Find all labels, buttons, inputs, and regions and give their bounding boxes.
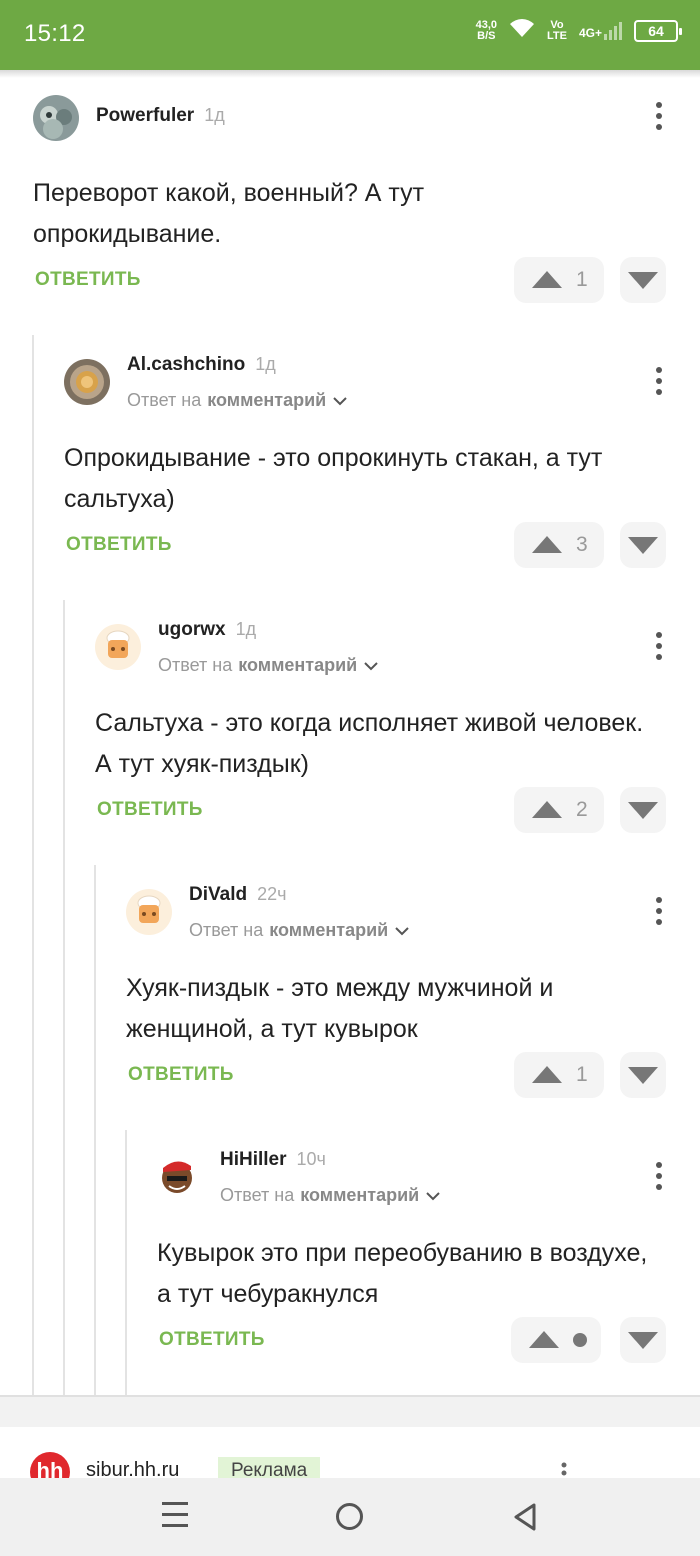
- volte-indicator: Vo LTE: [547, 18, 567, 42]
- section-divider: [0, 1395, 700, 1427]
- comment-time: 22ч: [257, 884, 287, 904]
- more-vertical-icon[interactable]: [654, 897, 664, 925]
- chevron-down-icon: [364, 661, 378, 670]
- comment-text: Переворот какой, военный? А тут опрокиды…: [33, 179, 425, 248]
- comment-text: Кувырок это при переобуванию в воздухе, …: [157, 1239, 648, 1308]
- downvote-icon: [628, 537, 658, 554]
- upvote-icon: [532, 271, 562, 288]
- vote-indicator-dot: [573, 1333, 587, 1347]
- comment-author[interactable]: DiVald 22ч: [189, 884, 286, 906]
- vote-count: 1: [576, 1063, 588, 1086]
- thread-line-level-4: [125, 1130, 127, 1395]
- status-bar-shadow: [0, 70, 700, 78]
- downvote-button[interactable]: [620, 1317, 666, 1363]
- upvote-icon: [532, 536, 562, 553]
- downvote-icon: [628, 1332, 658, 1349]
- system-nav-bar: [0, 1478, 700, 1556]
- upvote-button[interactable]: [511, 1317, 601, 1363]
- downvote-button[interactable]: [620, 1052, 666, 1098]
- nav-menu-icon[interactable]: [162, 1502, 188, 1527]
- vote-count: 1: [576, 268, 588, 291]
- more-vertical-icon[interactable]: [654, 102, 664, 130]
- nav-home-icon[interactable]: [336, 1503, 363, 1530]
- reply-button[interactable]: ОТВЕТИТЬ: [66, 534, 172, 556]
- reply-to-link[interactable]: Ответ на комментарий: [189, 920, 410, 941]
- avatar[interactable]: [157, 1154, 203, 1200]
- reply-button[interactable]: ОТВЕТИТЬ: [128, 1064, 234, 1086]
- chevron-down-icon: [426, 1191, 440, 1200]
- downvote-icon: [628, 802, 658, 819]
- downvote-button[interactable]: [620, 787, 666, 833]
- upvote-button[interactable]: 3: [514, 522, 604, 568]
- avatar[interactable]: [95, 624, 141, 670]
- downvote-icon: [628, 272, 658, 289]
- downvote-button[interactable]: [620, 257, 666, 303]
- status-icons: 43,0 B/S Vo LTE 4G+ 64: [475, 18, 682, 43]
- avatar[interactable]: [64, 359, 110, 405]
- upvote-button[interactable]: 1: [514, 257, 604, 303]
- signal-icon: 4G+: [579, 21, 622, 40]
- comment-text: Опрокидывание - это опрокинуть стакан, а…: [64, 444, 603, 513]
- comment-time: 1д: [204, 105, 225, 125]
- comment-author[interactable]: HiHiller 10ч: [220, 1149, 326, 1171]
- reply-to-link[interactable]: Ответ на комментарий: [127, 390, 348, 411]
- comment-text: Сальтуха - это когда исполняет живой чел…: [95, 709, 644, 778]
- upvote-icon: [532, 801, 562, 818]
- reply-button[interactable]: ОТВЕТИТЬ: [35, 269, 141, 291]
- downvote-button[interactable]: [620, 522, 666, 568]
- comment-text: Хуяк-пиздык - это между мужчиной и женщи…: [126, 974, 554, 1043]
- battery-icon: 64: [634, 19, 682, 42]
- comment-time: 10ч: [296, 1149, 326, 1169]
- thread-line-level-3: [94, 865, 96, 1395]
- thread-line-level-2: [63, 600, 65, 1395]
- more-vertical-icon[interactable]: [654, 1162, 664, 1190]
- thread-line-level-1: [32, 335, 34, 1395]
- more-vertical-icon[interactable]: [654, 367, 664, 395]
- comment-author[interactable]: Powerfuler 1д: [96, 105, 225, 127]
- reply-button[interactable]: ОТВЕТИТЬ: [97, 799, 203, 821]
- comment-time: 1д: [255, 354, 276, 374]
- reply-button[interactable]: ОТВЕТИТЬ: [159, 1329, 265, 1351]
- status-bar: 15:12 43,0 B/S Vo LTE 4G+ 64: [0, 0, 700, 70]
- vote-count: 2: [576, 798, 588, 821]
- status-time: 15:12: [24, 20, 86, 47]
- comment-author[interactable]: Al.cashchino 1д: [127, 354, 276, 376]
- network-speed: 43,0 B/S: [475, 18, 498, 42]
- more-vertical-icon[interactable]: [654, 632, 664, 660]
- chevron-down-icon: [395, 926, 409, 935]
- upvote-icon: [529, 1331, 559, 1348]
- comment-time: 1д: [235, 619, 257, 639]
- wifi-icon: [509, 18, 535, 43]
- upvote-button[interactable]: 1: [514, 1052, 604, 1098]
- chevron-down-icon: [333, 396, 347, 405]
- reply-to-link[interactable]: Ответ на комментарий: [220, 1185, 441, 1206]
- avatar[interactable]: [33, 95, 79, 141]
- upvote-icon: [532, 1066, 562, 1083]
- vote-count: 3: [576, 533, 588, 556]
- comment-author[interactable]: ugorwx 1д: [158, 619, 256, 641]
- upvote-button[interactable]: 2: [514, 787, 604, 833]
- nav-back-icon[interactable]: [512, 1502, 538, 1537]
- avatar[interactable]: [126, 889, 172, 935]
- reply-to-link[interactable]: Ответ на комментарий: [158, 655, 379, 676]
- downvote-icon: [628, 1067, 658, 1084]
